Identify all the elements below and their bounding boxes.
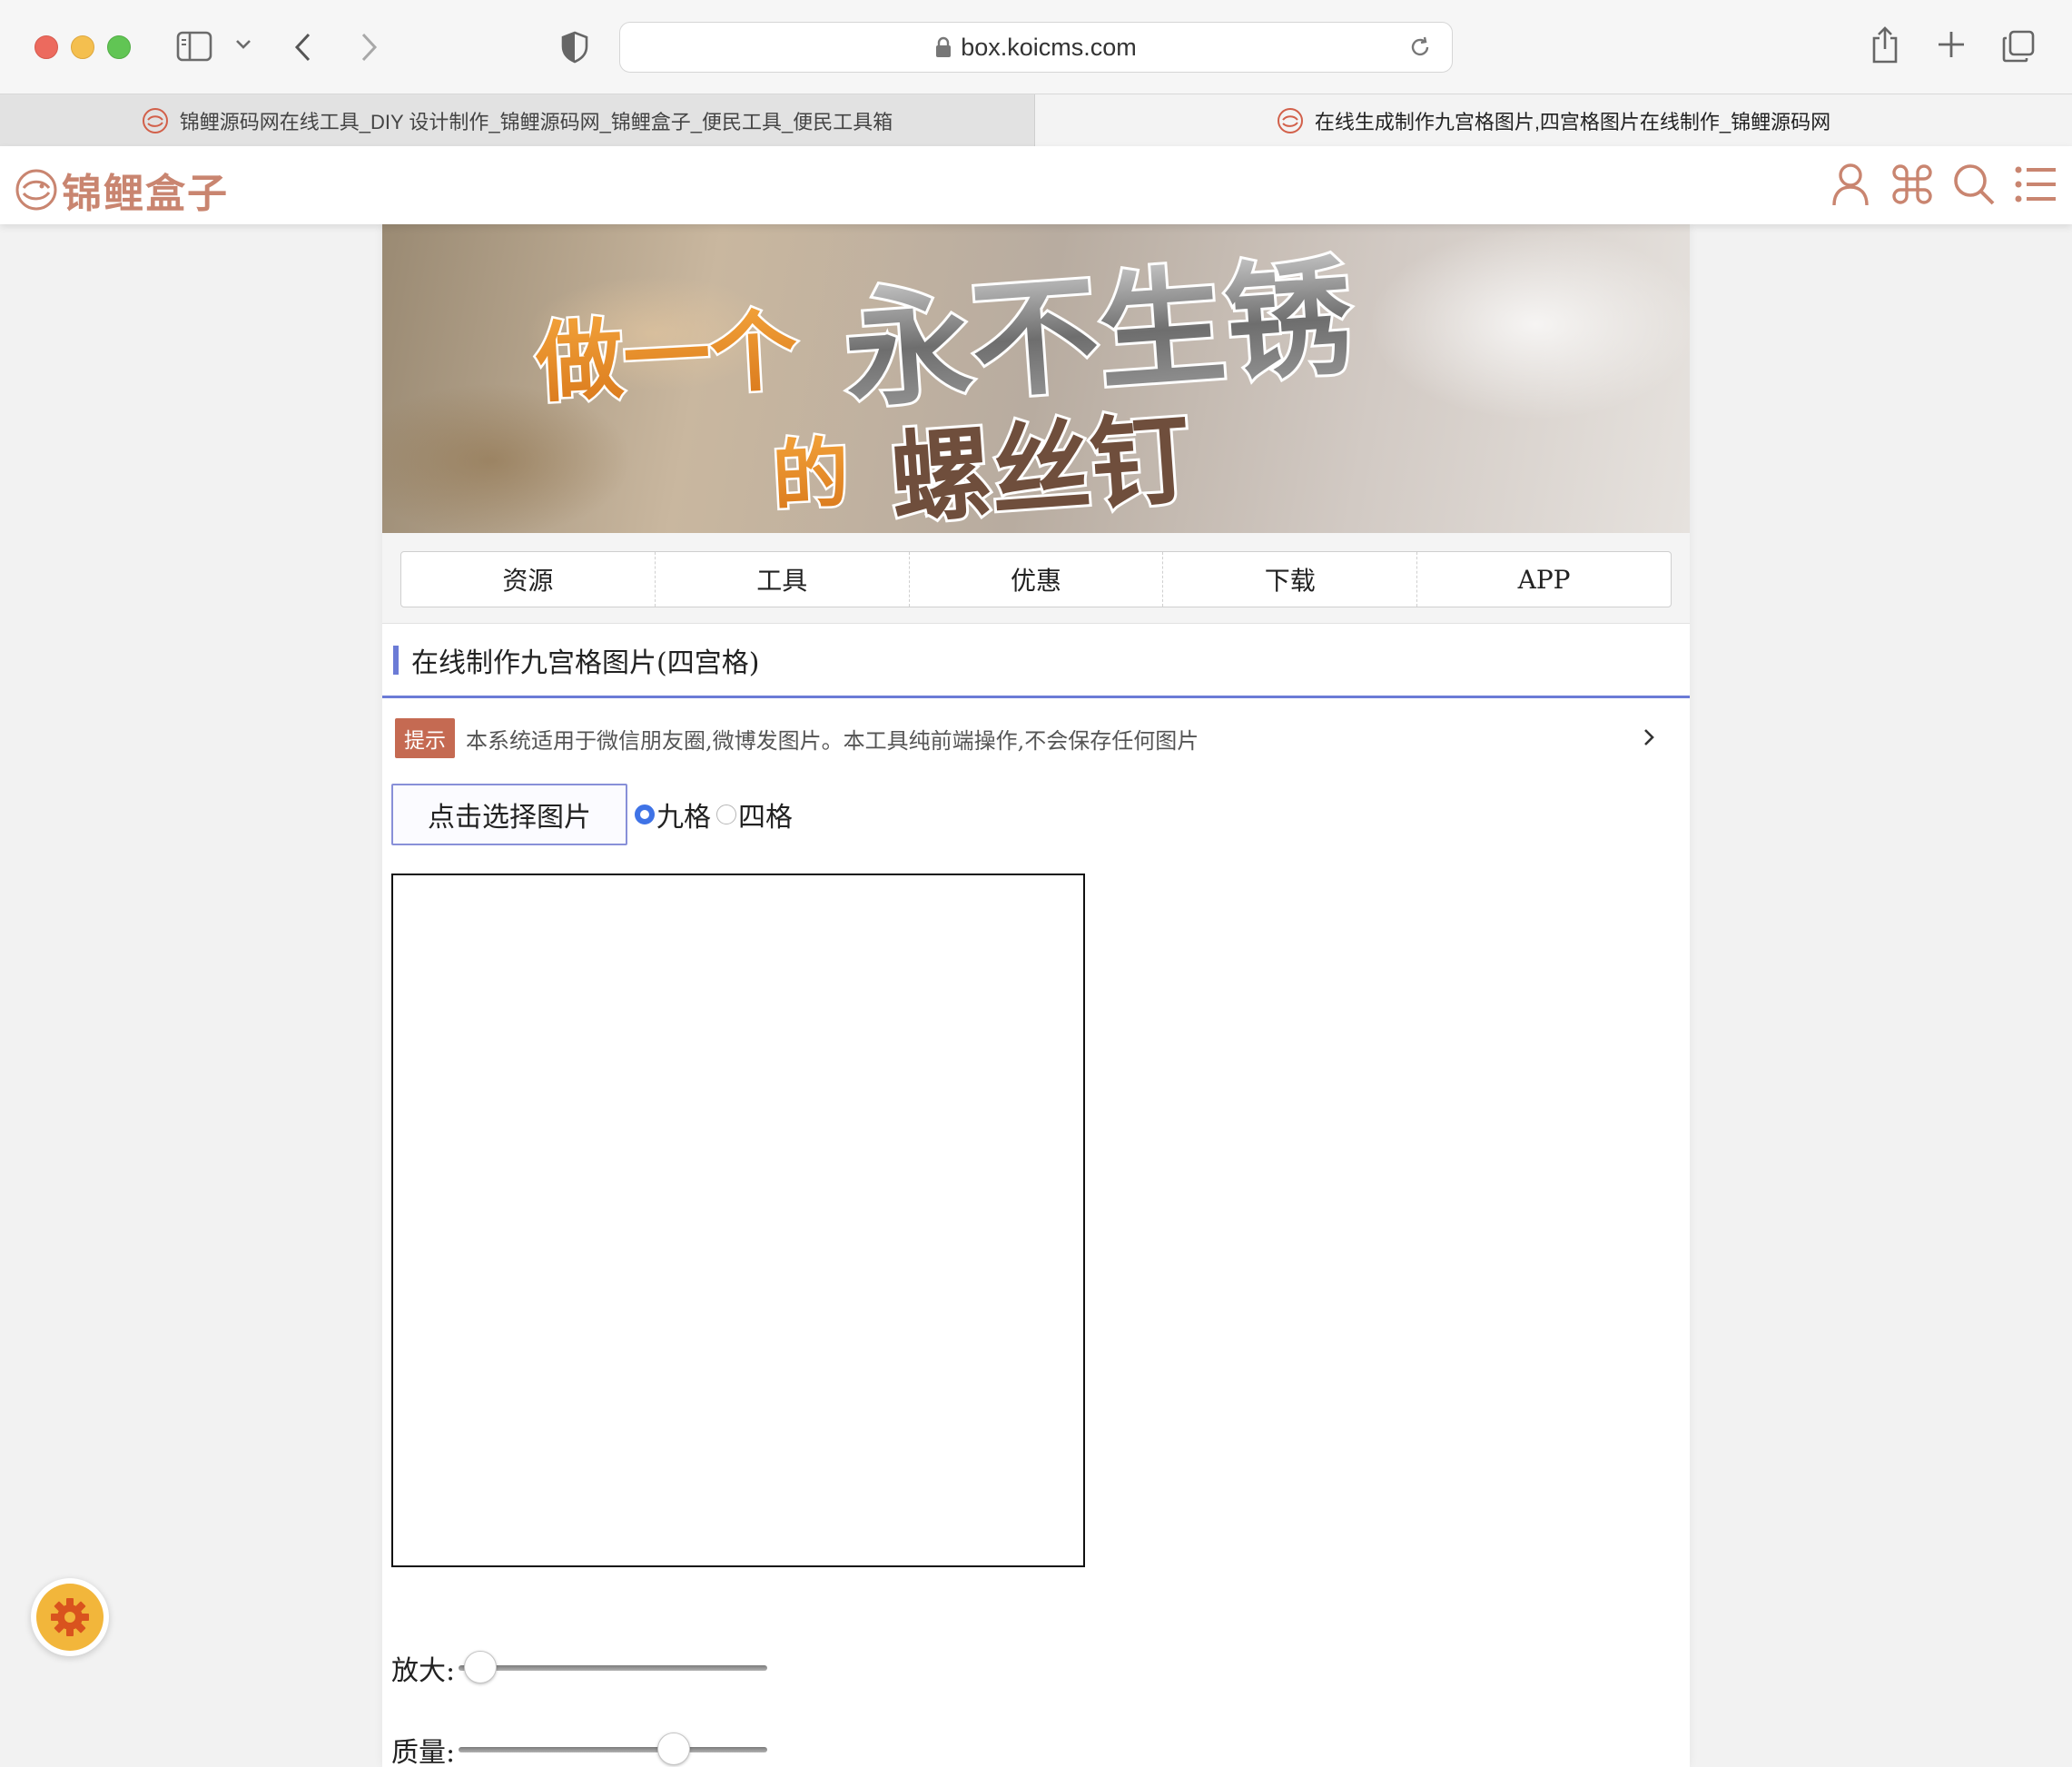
- nav-item-downloads[interactable]: 下载: [1163, 552, 1418, 607]
- search-icon[interactable]: [1950, 161, 1998, 208]
- banner-line1-orange: 做一个: [533, 300, 800, 415]
- grid-type-radio-group: 九格 四格: [635, 789, 798, 840]
- sidebar-toggle-icon[interactable]: [176, 31, 212, 62]
- tab-bar: 锦鲤源码网在线工具_DIY 设计制作_锦鲤源码网_锦鲤盒子_便民工具_便民工具箱…: [0, 94, 2072, 146]
- quality-slider-thumb[interactable]: [657, 1732, 690, 1765]
- address-bar[interactable]: box.koicms.com: [619, 22, 1453, 73]
- main-nav: 资源 工具 优惠 下载 APP: [400, 551, 1672, 607]
- koi-logo-icon: [15, 169, 57, 211]
- new-tab-plus-icon[interactable]: [1936, 29, 1967, 60]
- share-icon[interactable]: [1870, 25, 1899, 64]
- radio-label-nine-grid[interactable]: 九格: [656, 795, 711, 834]
- forward-arrow-icon[interactable]: [358, 31, 380, 64]
- nav-item-tools[interactable]: 工具: [656, 552, 910, 607]
- tab-overview-icon[interactable]: [2001, 29, 2036, 64]
- section-accent-bar: [393, 645, 399, 675]
- radio-label-four-grid[interactable]: 四格: [738, 795, 793, 834]
- promo-banner[interactable]: 做一个 永不生锈 的 螺丝钉: [382, 224, 1690, 533]
- nav-section: 资源 工具 优惠 下载 APP: [382, 533, 1690, 624]
- quality-slider-row: 质量:: [391, 1723, 767, 1767]
- section-header: 在线制作九宫格图片(四宫格): [382, 624, 1690, 698]
- quality-label: 质量:: [391, 1737, 456, 1767]
- zoom-slider[interactable]: [459, 1651, 767, 1683]
- chevron-down-icon[interactable]: [234, 38, 252, 51]
- banner-line2-brown: 螺丝钉: [887, 400, 1194, 533]
- minimize-window-button[interactable]: [71, 35, 94, 59]
- koi-favicon-icon: [142, 107, 168, 133]
- settings-float-button[interactable]: [31, 1578, 109, 1656]
- nav-item-deals[interactable]: 优惠: [910, 552, 1164, 607]
- zoom-slider-row: 放大:: [391, 1641, 767, 1695]
- tab-label: 锦鲤源码网在线工具_DIY 设计制作_锦鲤源码网_锦鲤盒子_便民工具_便民工具箱: [179, 110, 893, 133]
- zoom-slider-thumb[interactable]: [464, 1651, 497, 1683]
- lock-icon: [935, 36, 952, 58]
- menu-list-icon[interactable]: [2012, 161, 2059, 208]
- zoom-label: 放大:: [391, 1655, 456, 1687]
- banner-line1-steel: 永不生锈: [840, 243, 1357, 427]
- radio-nine-grid[interactable]: [635, 805, 655, 824]
- tab-nine-grid[interactable]: 在线生成制作九宫格图片,四宫格图片在线制作_锦鲤源码网: [1035, 94, 2072, 146]
- logo-text: 锦鲤盒子: [62, 171, 229, 217]
- page-title: 在线制作九宫格图片(四宫格): [411, 647, 760, 679]
- radio-four-grid[interactable]: [716, 805, 736, 824]
- notice-bar[interactable]: 提示 本系统适用于微信朋友圈,微博发图片。本工具纯前端操作,不会保存任何图片: [395, 718, 1666, 758]
- gear-icon: [51, 1598, 89, 1636]
- chevron-right-icon[interactable]: [1641, 726, 1657, 749]
- zoom-window-button[interactable]: [107, 35, 131, 59]
- apps-icon[interactable]: [1889, 161, 1936, 208]
- nav-item-app[interactable]: APP: [1417, 552, 1671, 607]
- tab-label: 在线生成制作九宫格图片,四宫格图片在线制作_锦鲤源码网: [1314, 110, 1831, 133]
- reload-icon[interactable]: [1408, 35, 1432, 64]
- koi-favicon-icon: [1277, 107, 1303, 133]
- tab-koicms-tools[interactable]: 锦鲤源码网在线工具_DIY 设计制作_锦鲤源码网_锦鲤盒子_便民工具_便民工具箱: [0, 94, 1035, 146]
- site-logo[interactable]: 锦鲤盒子: [15, 161, 229, 219]
- back-arrow-icon[interactable]: [292, 31, 314, 64]
- choose-image-button[interactable]: 点击选择图片: [391, 784, 627, 845]
- notice-tag: 提示: [395, 718, 455, 758]
- site-header: 锦鲤盒子: [0, 146, 2072, 224]
- browser-toolbar: box.koicms.com: [0, 0, 2072, 94]
- nav-item-resources[interactable]: 资源: [401, 552, 656, 607]
- banner-line2-orange: 的: [770, 429, 851, 521]
- privacy-shield-icon[interactable]: [561, 31, 588, 64]
- close-window-button[interactable]: [35, 35, 58, 59]
- notice-text: 本系统适用于微信朋友圈,微博发图片。本工具纯前端操作,不会保存任何图片: [466, 727, 1199, 754]
- quality-slider[interactable]: [459, 1732, 767, 1765]
- user-icon[interactable]: [1827, 161, 1874, 208]
- url-text: box.koicms.com: [961, 33, 1137, 61]
- main-content: 做一个 永不生锈 的 螺丝钉 资源 工具 优惠 下载 APP 在线制作九宫格图片…: [382, 224, 1690, 1767]
- image-crop-canvas[interactable]: [391, 874, 1085, 1567]
